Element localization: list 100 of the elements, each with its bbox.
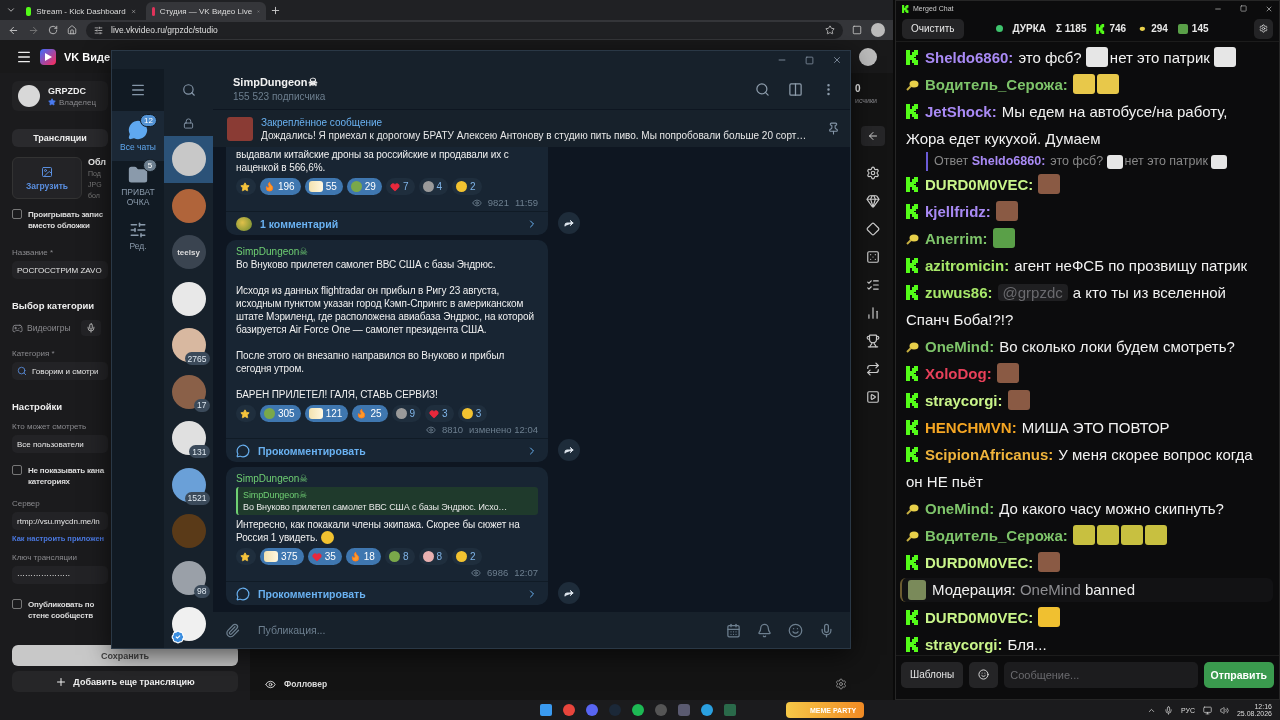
maximize-icon[interactable]	[805, 55, 814, 65]
chat-item[interactable]: 17	[164, 368, 213, 415]
comments-link[interactable]: Прокомментировать	[226, 438, 548, 462]
reaction-chip[interactable]: 196	[260, 178, 301, 195]
reaction-chip[interactable]: 305	[260, 405, 301, 422]
chat-item[interactable]: 98	[164, 554, 213, 601]
profile-avatar[interactable]	[871, 23, 885, 37]
reaction-chip[interactable]: 29	[346, 178, 382, 195]
reaction-chip[interactable]: 35	[307, 548, 342, 565]
sidebar-icon[interactable]	[788, 81, 803, 97]
speaker-icon[interactable]	[1219, 705, 1229, 715]
reaction-chip[interactable]	[236, 548, 256, 565]
pin-icon[interactable]	[827, 122, 840, 135]
taskbar-app-icon[interactable]	[701, 704, 713, 716]
chat-item[interactable]: teelsy	[164, 229, 213, 276]
taskbar-app-icon[interactable]	[586, 704, 598, 716]
add-stream-button[interactable]: Добавить еще трансляцию	[12, 671, 238, 692]
reaction-chip[interactable]: 8	[384, 548, 415, 565]
category-field[interactable]: Говорим и смотри	[12, 362, 108, 380]
extension-icon[interactable]	[852, 25, 862, 35]
close-icon[interactable]	[832, 55, 842, 65]
swap-icon[interactable]	[866, 362, 880, 376]
back-icon[interactable]	[8, 24, 19, 36]
post-input[interactable]: Публикация...	[256, 623, 710, 637]
reload-icon[interactable]	[48, 25, 58, 35]
mic-icon[interactable]	[819, 622, 834, 638]
reaction-chip[interactable]: 2	[452, 548, 482, 565]
chart-icon[interactable]	[866, 306, 880, 320]
mic-button[interactable]	[80, 320, 101, 336]
chat-item[interactable]: 131	[164, 415, 213, 462]
attach-icon[interactable]	[225, 622, 240, 638]
checkbox[interactable]	[12, 209, 22, 219]
forward-button[interactable]	[558, 439, 580, 461]
taskbar-app-icon[interactable]	[540, 704, 552, 716]
close-icon[interactable]	[1265, 4, 1273, 13]
taskbar-app-icon[interactable]	[632, 704, 644, 716]
reply-quote[interactable]: SimpDungeon☠ Во Внуково прилетел самолет ВВС США с базы Эндрюс. Исхо…	[236, 487, 538, 515]
browser-tab[interactable]: Stream - Kick Dashboard	[20, 2, 142, 20]
gem-icon[interactable]	[866, 194, 880, 208]
dice-icon[interactable]	[866, 250, 880, 264]
user-avatar[interactable]	[859, 47, 877, 66]
streams-tab[interactable]: Трансляции	[12, 129, 108, 147]
templates-button[interactable]: Шаблоны	[901, 661, 964, 688]
viewers-field[interactable]: Все пользователи	[12, 435, 108, 453]
collapse-button[interactable]	[861, 126, 885, 146]
menu-icon[interactable]	[130, 82, 146, 98]
reaction-chip[interactable]: 3	[425, 405, 454, 422]
search-icon[interactable]	[181, 83, 196, 97]
trophy-icon[interactable]	[866, 334, 880, 348]
maximize-icon[interactable]	[1240, 5, 1247, 12]
forward-button[interactable]	[558, 212, 580, 234]
tab-list-icon[interactable]	[6, 5, 16, 15]
forward-button[interactable]	[558, 582, 580, 604]
reaction-chip[interactable]: 18	[345, 548, 381, 565]
reaction-chip[interactable]: 121	[304, 405, 349, 422]
composer-bar[interactable]: Публикация...	[213, 612, 850, 648]
emoji-button[interactable]	[969, 661, 999, 688]
taskbar-app-icon[interactable]	[563, 704, 575, 716]
reaction-chip[interactable]	[236, 178, 256, 195]
pinned-message[interactable]: Закреплённое сообщение Дождались! Я приехал к дорогому БРАТУ Алексею Антонову в студию пить пиво. Мы попробовали больше 20 сорт…	[213, 109, 850, 147]
settings-button[interactable]	[1254, 18, 1273, 39]
reaction-chip[interactable]	[236, 405, 256, 422]
reaction-chip[interactable]: 375	[260, 548, 304, 565]
reaction-chip[interactable]: 8	[418, 548, 449, 565]
mic-icon[interactable]	[1163, 705, 1173, 715]
settings-icon[interactable]	[866, 166, 880, 180]
reaction-chip[interactable]: 25	[352, 405, 388, 422]
smile-icon[interactable]	[788, 622, 803, 638]
chat-item[interactable]: 2765	[164, 322, 213, 369]
folder-tab[interactable]: 12 Все чаты	[112, 111, 164, 161]
list-icon[interactable]	[866, 278, 880, 292]
calendar-icon[interactable]	[726, 622, 741, 638]
site-settings-icon[interactable]	[94, 25, 103, 35]
user-card[interactable]: GRPZDC Владелец	[12, 81, 108, 111]
title-field[interactable]: РОСГОССТРИМ ZAVO	[12, 261, 108, 279]
reaction-chip[interactable]: 7	[385, 178, 415, 195]
play-icon[interactable]	[866, 390, 880, 404]
home-icon[interactable]	[67, 25, 77, 35]
new-tab-icon[interactable]	[270, 4, 281, 16]
monitor-icon[interactable]	[1202, 705, 1212, 715]
post-author[interactable]: SimpDungeon☠	[236, 472, 538, 485]
diamond-icon[interactable]	[866, 222, 880, 236]
reaction-chip[interactable]: 3	[457, 405, 488, 422]
send-button[interactable]: Отправить	[1203, 661, 1274, 688]
category-type[interactable]: Видеоигры	[12, 322, 71, 334]
key-field[interactable]: ····················	[12, 566, 108, 584]
lock-icon[interactable]	[183, 118, 194, 129]
reaction-chip[interactable]: 9	[391, 405, 422, 422]
comments-link[interactable]: Прокомментировать	[226, 581, 548, 605]
search-icon[interactable]	[755, 81, 770, 97]
bell-icon[interactable]	[757, 622, 772, 638]
checkbox[interactable]	[12, 599, 22, 609]
chat-item[interactable]: 1521	[164, 461, 213, 508]
reaction-chip[interactable]: 4	[418, 178, 449, 195]
post-author[interactable]: SimpDungeon☠	[236, 245, 538, 258]
reaction-chip[interactable]: 55	[304, 178, 343, 195]
star-icon[interactable]	[825, 25, 835, 35]
reaction-chip[interactable]: 2	[452, 178, 482, 195]
upload-button[interactable]: Загрузить	[12, 157, 82, 199]
comments-link[interactable]: 1 комментарий	[226, 211, 548, 235]
